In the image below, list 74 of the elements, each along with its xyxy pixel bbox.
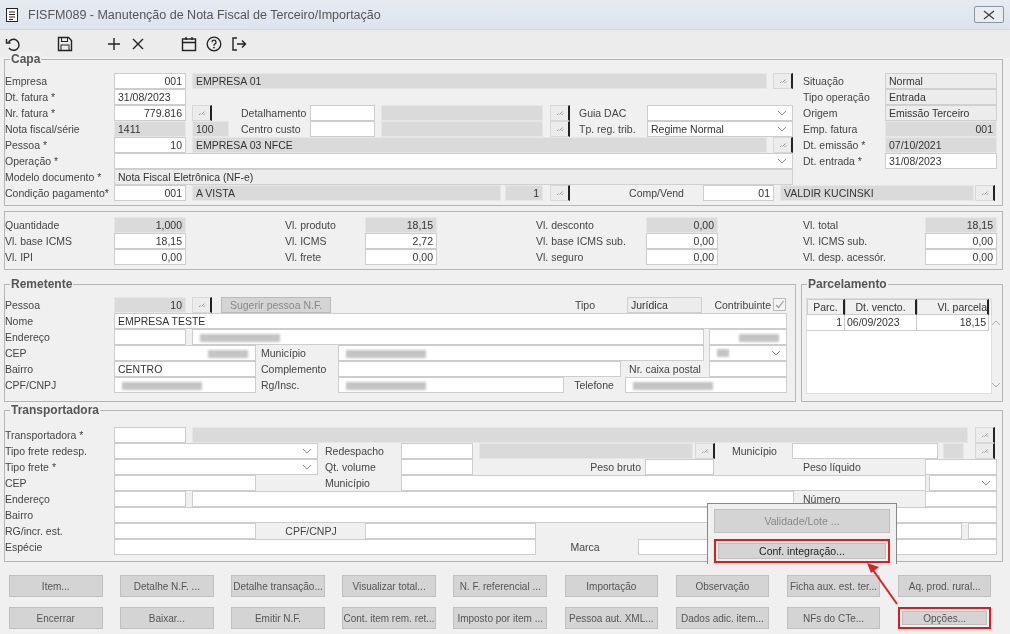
field-label: Vl. desp. acessór. [803,250,887,265]
field-label: Nr. fatura * [5,106,57,121]
field-label: Comp/Vend [628,186,685,201]
field-label: Nr. caixa postal [628,362,702,377]
field-label: Município [261,346,307,361]
field-label: Pessoa [5,298,42,313]
group-title: Parcelamento [807,277,888,291]
field-label: CPF/CNPJ [284,524,338,539]
field-label: Pessoa * [5,138,49,153]
field-label: Vl. IPI [5,250,34,265]
field-label: Modelo documento * [5,170,103,185]
field-label: Centro custo [241,122,302,137]
field-label: Endereço [5,492,51,507]
field-label: Vl. produto [285,218,337,233]
group-title: Transportadora [10,403,101,417]
field-label: Tipo [573,298,596,313]
field-label: Município [731,444,778,459]
field-label: Rg/Insc. [261,378,301,393]
display-field: Emissão Terceiro [885,105,997,121]
field-label: Condição pagamento* [5,186,110,201]
window-title: FISFM089 - Manutenção de Nota Fiscal de Terceiro/Importação [28,7,381,22]
field-label: Guia DAC [579,106,628,121]
field-label: Nota fiscal/série [5,122,81,137]
field-label: Situação [803,74,845,89]
field-label: Emp. fatura [803,122,859,137]
field-label: Transportadora * [5,428,85,443]
field-label: CEP [5,476,28,491]
display-field: Nota Fiscal Eletrônica (NF-e) [114,169,793,185]
display-field: Normal [885,73,997,89]
field-label: Dt. emissão * [803,138,867,153]
field-label: Peso bruto [589,460,641,475]
field-label: RG/incr. est. [5,524,64,539]
field-label: Bairro [5,362,34,377]
field-label: Vl. base ICMS [5,234,74,249]
field-label: Vl. ICMS [285,234,328,249]
field-label: Contribuinte [713,298,771,313]
field-label: Dt. fatura * [5,90,57,105]
field-label: Vl. base ICMS sub. [536,234,627,249]
field-label: CEP [5,346,28,361]
table-cell: 06/09/2023 [845,315,917,331]
field-label: Tipo frete redesp. [5,444,88,459]
field-label: Tp. reg. trib. [579,122,637,137]
field-label: Detalhamento [241,106,308,121]
field-label: Vl. frete [285,250,323,265]
group-title: Remetente [10,277,74,291]
field-label: Vl. desconto [536,218,595,233]
field-label: Vl. ICMS sub. [803,234,869,249]
field-label: Bairro [5,508,34,523]
field-label: Nome [5,314,34,329]
field-label: Complemento [261,362,328,377]
field-label: Vl. seguro [536,250,585,265]
field-label: Telefone [573,378,615,393]
group-title: Capa [10,52,42,66]
field-label: Empresa [5,74,48,89]
field-label: Marca [569,540,601,555]
field-label: Espécie [5,540,44,555]
field-label: Operação * [5,154,60,169]
field-label: Redespacho [325,444,385,459]
field-label: Quantidade [5,218,61,233]
display-field: Jurídica [627,297,702,313]
field-label: Origem [803,106,839,121]
field-label: Endereço [5,330,51,345]
display-field: Entrada [885,89,997,105]
field-label: CPF/CNPJ [5,378,58,393]
field-label: Vl. total [803,218,840,233]
field-label: Tipo operação [803,90,871,105]
table-cell: 18,15 [917,315,989,331]
field-label: Peso líquido [803,460,862,475]
table-cell: 1 [807,315,845,331]
field-label: Qt. volume [325,460,377,475]
field-label: Número [803,492,842,507]
field-label: Tipo frete * [5,460,57,475]
field-label: Dt. entrada * [803,154,863,169]
field-label: Município [325,476,371,491]
